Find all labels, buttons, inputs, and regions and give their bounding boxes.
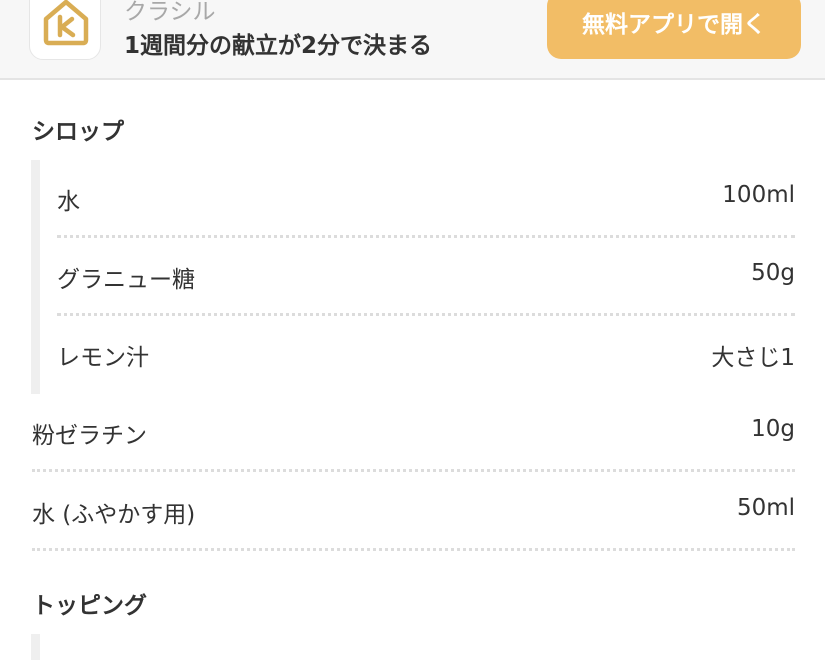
section-title-topping: トッピング (32, 593, 147, 619)
ingredient-row: グラニュー糖 50g (57, 238, 795, 316)
ingredient-row: レモン汁 大さじ1 (57, 316, 795, 394)
syrup-group-indicator (31, 160, 40, 394)
ingredient-amount: 50g (751, 260, 795, 286)
app-banner: クラシル 1週間分の献立が2分で決まる 無料アプリで開く (0, 0, 825, 80)
open-in-app-button[interactable]: 無料アプリで開く (547, 0, 801, 59)
ingredient-name: 粉ゼラチン (32, 423, 147, 449)
section-title-syrup: シロップ (32, 119, 124, 145)
app-icon[interactable] (29, 0, 101, 60)
ingredient-name: レモン汁 (57, 345, 149, 371)
app-tagline: 1週間分の献立が2分で決まる (124, 33, 433, 59)
ingredient-amount: 100ml (722, 182, 795, 208)
app-name: クラシル (124, 0, 216, 25)
ingredient-name: グラニュー糖 (57, 267, 195, 293)
ingredient-amount: 50ml (736, 495, 795, 521)
ingredient-amount: 10g (751, 416, 795, 442)
kurashiru-house-logo-icon (43, 0, 89, 46)
ingredient-row: 水 100ml (57, 160, 795, 238)
topping-group-indicator (31, 634, 40, 660)
ingredient-row: 粉ゼラチン 10g (32, 394, 795, 472)
ingredient-amount: 大さじ1 (711, 345, 795, 371)
ingredient-row: 水 (ふやかす用) 50ml (32, 473, 795, 551)
ingredient-name: 水 (ふやかす用) (32, 502, 196, 528)
ingredient-name: 水 (57, 189, 80, 215)
